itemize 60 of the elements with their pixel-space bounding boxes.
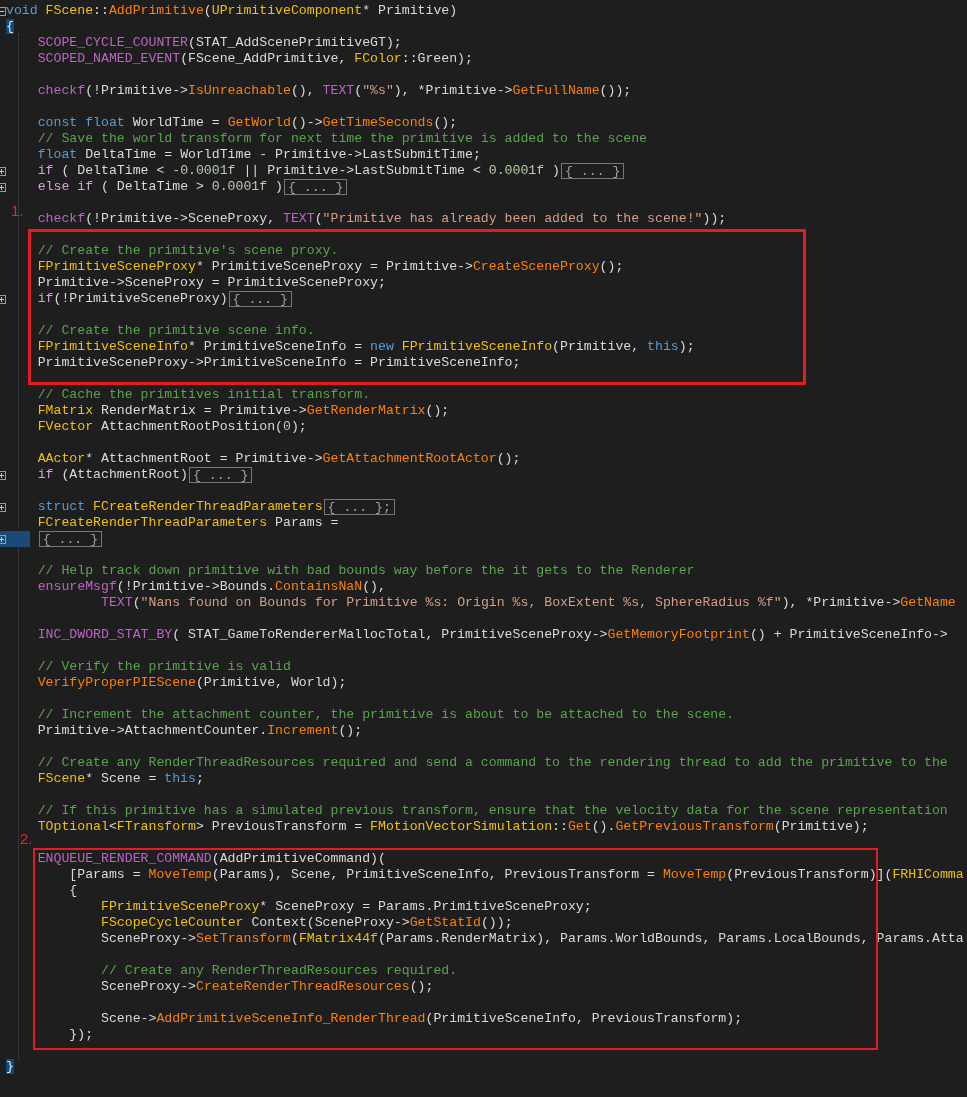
collapse-icon[interactable] [0,7,6,16]
code-line: SceneProxy->SetTransform(FMatrix44f(Params.RenderMatrix), Params.WorldBounds, Params.LocalBounds, Params.Atta [101,931,964,947]
code-line: FScopeCycleCounter Context(SceneProxy->GetStatId()); [101,915,513,931]
expand-icon[interactable] [0,535,6,544]
code-line: const float WorldTime = GetWorld()->GetTimeSeconds(); [37,115,458,131]
code-line: if(!PrimitiveSceneProxy) [37,291,228,307]
code-line: ENQUEUE_RENDER_COMMAND(AddPrimitiveCommand)( [37,851,386,867]
code-line: // Create any RenderThreadResources required. [101,963,458,979]
expand-icon[interactable] [0,183,6,192]
expand-icon[interactable] [0,167,6,176]
code-line: ensureMsgf(!Primitive->Bounds.ContainsNaN(), [37,579,386,595]
code-line: FScene* Scene = this; [37,771,204,787]
code-line: SCOPE_CYCLE_COUNTER(STAT_AddScenePrimitiveGT); [37,35,402,51]
expand-icon[interactable] [0,471,6,480]
code-line: AActor* AttachmentRoot = Primitive->GetAttachmentRootActor(); [37,451,521,467]
code-line: // Help track down primitive with bad bounds way before the it gets to the Renderer [37,563,695,579]
code-line: VerifyProperPIEScene(Primitive, World); [37,675,347,691]
expand-icon[interactable] [0,295,6,304]
code-line: PrimitiveSceneProxy->PrimitiveSceneInfo = PrimitiveSceneInfo; [37,355,521,371]
code-line: FMatrix RenderMatrix = Primitive->GetRenderMatrix(); [37,403,450,419]
code-line: void FScene::AddPrimitive(UPrimitiveComponent* Primitive) [6,3,458,19]
annotation-label: 2. [20,831,33,847]
code-line: Scene->AddPrimitiveSceneInfo_RenderThread(PrimitiveSceneInfo, PreviousTransform); [101,1011,743,1027]
code-line: struct FCreateRenderThreadParameters [37,499,323,515]
code-line: FPrimitiveSceneProxy* PrimitiveSceneProxy = Primitive->CreateSceneProxy(); [37,259,624,275]
code-line: FPrimitiveSceneInfo* PrimitiveSceneInfo = new FPrimitiveSceneInfo(Primitive, this); [37,339,695,355]
code-line: // Verify the primitive is valid [37,659,291,675]
collapsed-block[interactable]: { ... }; [323,499,395,515]
code-line: SCOPED_NAMED_EVENT(FScene_AddPrimitive, FColor::Green); [37,51,473,67]
code-line: }); [69,1027,94,1043]
code-line: FPrimitiveSceneProxy* SceneProxy = Params.PrimitiveSceneProxy; [101,899,592,915]
collapsed-block[interactable]: { ... } [38,531,103,547]
code-line: TOptional<FTransform> PreviousTransform = FMotionVectorSimulation::Get().GetPreviousTransform(Primitive); [37,819,869,835]
code-line: // If this primitive has a simulated previous transform, ensure that the velocity data for the scene representation [37,803,948,819]
code-line: // Create the primitive scene info. [37,323,315,339]
annotation-label: 1. [11,203,24,219]
expand-icon[interactable] [0,503,6,512]
code-line: FVector AttachmentRootPosition(0); [37,419,307,435]
code-line: TEXT("Nans found on Bounds for Primitive %s: Origin %s, BoxExtent %s, SphereRadius %f"), *Primitive->GetName [101,595,956,611]
code-line: float DeltaTime = WorldTime - Primitive->LastSubmitTime; [37,147,481,163]
collapsed-block[interactable]: { ... } [561,163,625,179]
collapsed-block[interactable]: { ... } [284,179,348,195]
code-line: // Increment the attachment counter, the primitive is about to be attached to the scene. [37,707,735,723]
code-line: Primitive->SceneProxy = PrimitiveSceneProxy; [37,275,386,291]
code-line: // Save the world transform for next time the primitive is added to the scene [37,131,648,147]
code-line: FCreateRenderThreadParameters Params = [37,515,339,531]
collapsed-block[interactable]: { ... } [228,291,292,307]
code-line: // Create any RenderThreadResources required and send a command to the rendering thread to add the primitive to the [37,755,948,771]
collapsed-block[interactable]: { ... } [189,467,253,483]
code-line: { [69,883,78,899]
code-line: else if ( DeltaTime > 0.0001f ) [37,179,284,195]
code-line: checkf(!Primitive->IsUnreachable(), TEXT("%s"), *Primitive->GetFullName()); [37,83,632,99]
code-line: // Cache the primitives initial transform. [37,387,371,403]
code-line: // Create the primitive's scene proxy. [37,243,339,259]
code-line: checkf(!Primitive->SceneProxy, TEXT("Primitive has already been added to the scene!")); [37,211,727,227]
code-line: SceneProxy->CreateRenderThreadResources(); [101,979,434,995]
code-line: INC_DWORD_STAT_BY( STAT_GameToRendererMallocTotal, PrimitiveSceneProxy->GetMemoryFootprint() + PrimitiveSceneInfo-> [37,627,948,643]
code-line: if (AttachmentRoot) [37,467,189,483]
code-line: if ( DeltaTime < -0.0001f || Primitive->LastSubmitTime < 0.0001f ) [37,163,560,179]
code-line: Primitive->AttachmentCounter.Increment(); [37,723,363,739]
